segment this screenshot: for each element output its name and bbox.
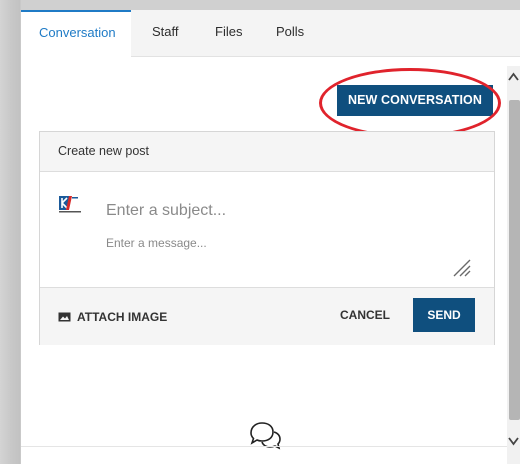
- tab-files[interactable]: Files: [215, 10, 242, 56]
- chevron-up-icon[interactable]: [507, 70, 520, 84]
- annotation-highlight-ring: [319, 68, 501, 138]
- subject-input[interactable]: Enter a subject...: [106, 202, 226, 220]
- attach-image-label: ATTACH IMAGE: [77, 310, 168, 324]
- chevron-down-icon[interactable]: [507, 434, 520, 448]
- cancel-button[interactable]: CANCEL: [340, 308, 390, 322]
- tab-bar: Conversation Staff Files Polls: [21, 10, 520, 57]
- company-logo-icon: [59, 196, 81, 213]
- conversation-panel: Conversation Staff Files Polls NEW CONVE…: [21, 10, 520, 464]
- create-post-title: Create new post: [58, 144, 150, 158]
- create-post-header: Create new post: [40, 132, 494, 172]
- create-post-footer: ATTACH IMAGE CANCEL SEND: [40, 287, 494, 345]
- tab-conversation[interactable]: Conversation: [21, 10, 131, 57]
- message-input[interactable]: Enter a message...: [106, 236, 207, 250]
- create-post-card: Create new post Enter a subject... Enter…: [39, 131, 495, 345]
- attach-image-button[interactable]: ATTACH IMAGE: [58, 308, 167, 326]
- tab-staff[interactable]: Staff: [152, 10, 179, 56]
- image-icon: [58, 312, 71, 322]
- send-button[interactable]: SEND: [413, 298, 475, 332]
- scrollbar-thumb[interactable]: [509, 100, 520, 420]
- divider: [21, 446, 507, 447]
- tab-polls[interactable]: Polls: [276, 10, 304, 56]
- resize-handle-icon[interactable]: [450, 257, 472, 277]
